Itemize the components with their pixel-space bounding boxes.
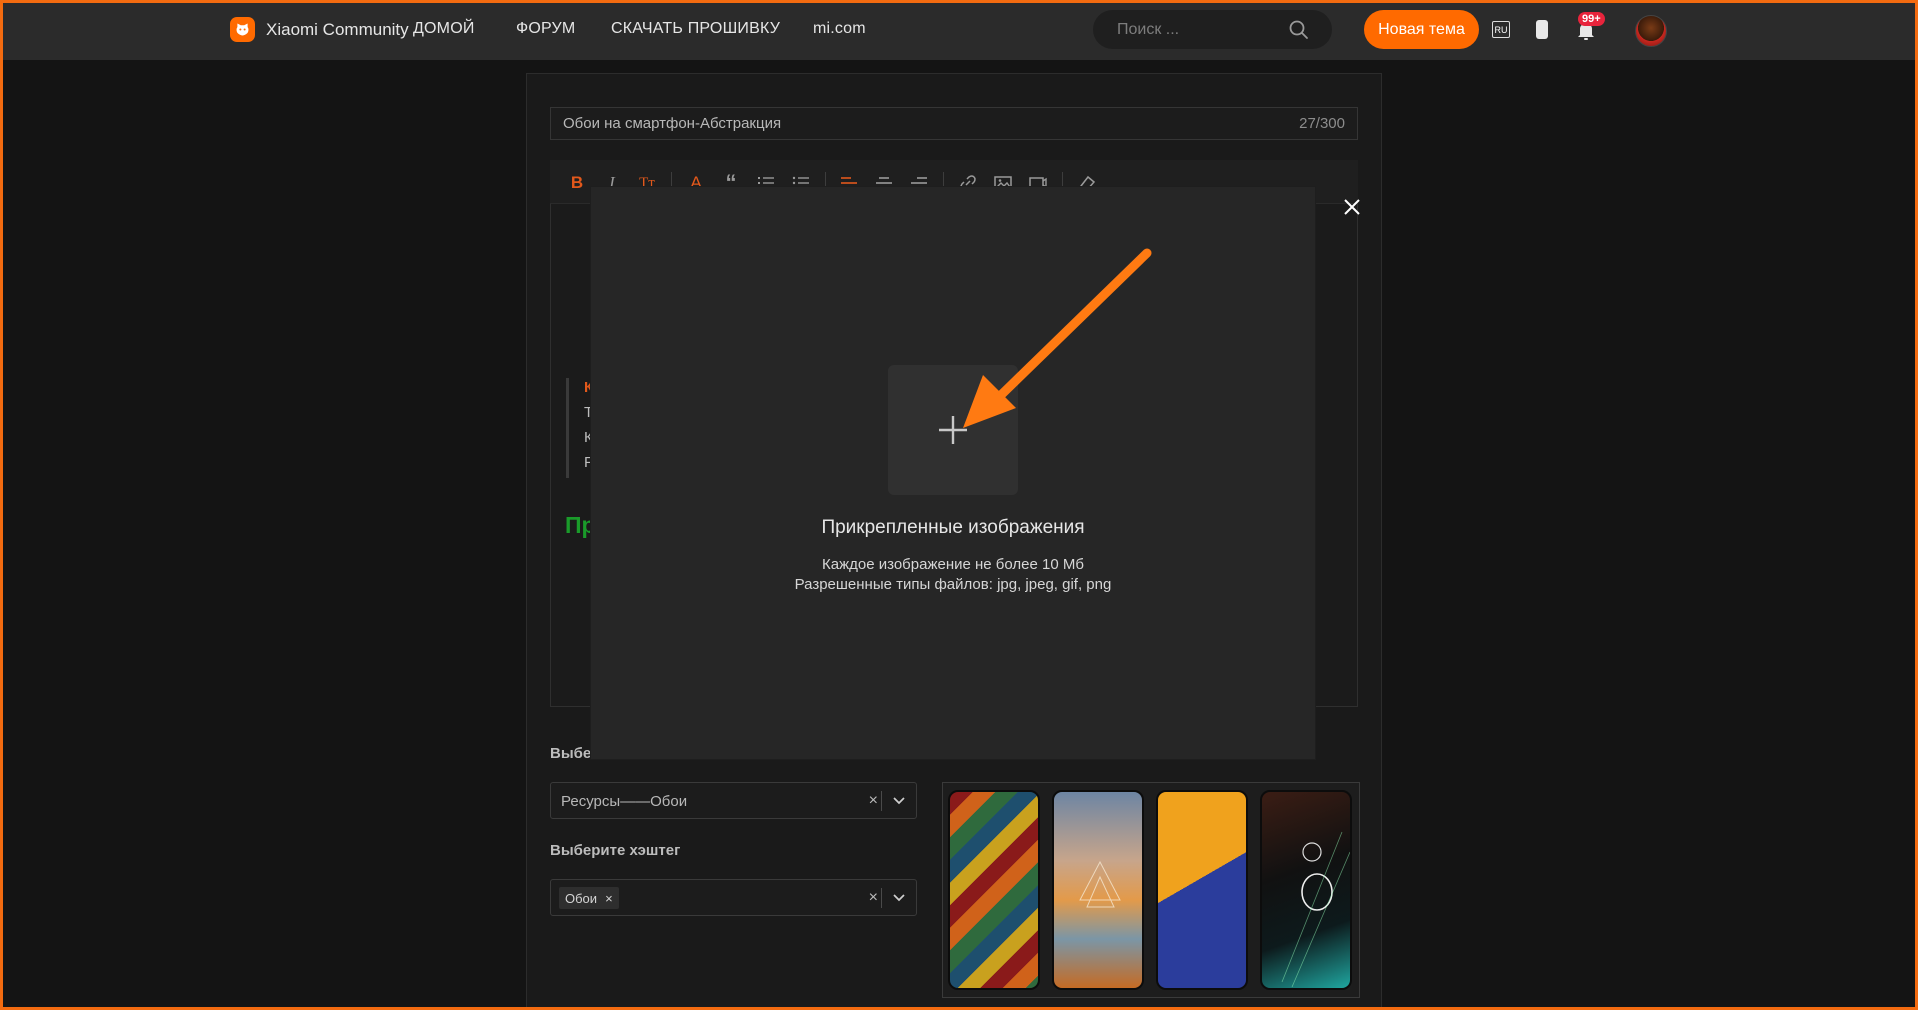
- search-box: [1093, 10, 1332, 49]
- xiaomi-logo-icon[interactable]: [230, 17, 255, 42]
- title-input-value[interactable]: Обои на смартфон-Абстракция: [563, 115, 781, 132]
- triangle-motif-icon: [1079, 860, 1121, 908]
- hashtag-chip: Обои ×: [559, 887, 619, 909]
- wallpaper-thumbnail[interactable]: [948, 790, 1040, 990]
- add-image-button[interactable]: [888, 365, 1018, 495]
- nav-home[interactable]: ДОМОЙ: [413, 20, 475, 38]
- select-divider: [881, 888, 882, 908]
- category-label: Выбе: [550, 745, 592, 762]
- mobile-app-icon[interactable]: [1536, 20, 1548, 39]
- category-select[interactable]: Ресурсы——Обои ×: [550, 782, 917, 819]
- hashtag-select[interactable]: Обои × ×: [550, 879, 917, 916]
- clear-icon[interactable]: ×: [869, 792, 878, 810]
- hashtag-chip-label: Обои: [565, 890, 598, 906]
- category-select-value: Ресурсы——Обои: [561, 793, 688, 810]
- hashtag-label: Выберите хэштег: [550, 842, 681, 859]
- size-limit-note: Каждое изображение не более 10 Мб: [822, 556, 1084, 573]
- clear-icon[interactable]: ×: [869, 889, 878, 907]
- title-char-counter: 27/300: [1299, 115, 1345, 132]
- chevron-down-icon[interactable]: [892, 793, 906, 807]
- nav-forum[interactable]: ФОРУМ: [516, 20, 575, 38]
- bold-icon[interactable]: B: [566, 172, 588, 194]
- file-types-note: Разрешенные типы файлов: jpg, jpeg, gif,…: [794, 576, 1112, 593]
- user-avatar[interactable]: [1635, 15, 1667, 47]
- new-topic-button[interactable]: Новая тема: [1364, 10, 1479, 49]
- select-divider: [881, 791, 882, 811]
- nav-mi-com[interactable]: mi.com: [813, 20, 866, 38]
- ring-motif-icon: [1281, 831, 1350, 988]
- modal-title: Прикрепленные изображения: [821, 517, 1085, 538]
- plus-icon: [939, 416, 967, 444]
- chevron-down-icon[interactable]: [892, 890, 906, 904]
- wallpaper-thumbnail[interactable]: [1052, 790, 1144, 990]
- close-icon[interactable]: [1340, 195, 1364, 219]
- wallpaper-thumbnail[interactable]: [1260, 790, 1352, 990]
- nav-download-firmware[interactable]: СКАЧАТЬ ПРОШИВКУ: [611, 20, 780, 38]
- chip-remove-icon[interactable]: ×: [605, 891, 613, 906]
- title-field[interactable]: Обои на смартфон-Абстракция 27/300: [550, 107, 1358, 140]
- quote-block-bar: [566, 378, 569, 478]
- search-icon[interactable]: [1288, 19, 1310, 41]
- notification-badge: 99+: [1578, 12, 1605, 26]
- search-input[interactable]: [1115, 19, 1279, 41]
- wallpaper-thumbnail[interactable]: [1156, 790, 1248, 990]
- brand-name[interactable]: Xiaomi Community: [266, 20, 409, 40]
- language-icon[interactable]: RU: [1492, 21, 1510, 38]
